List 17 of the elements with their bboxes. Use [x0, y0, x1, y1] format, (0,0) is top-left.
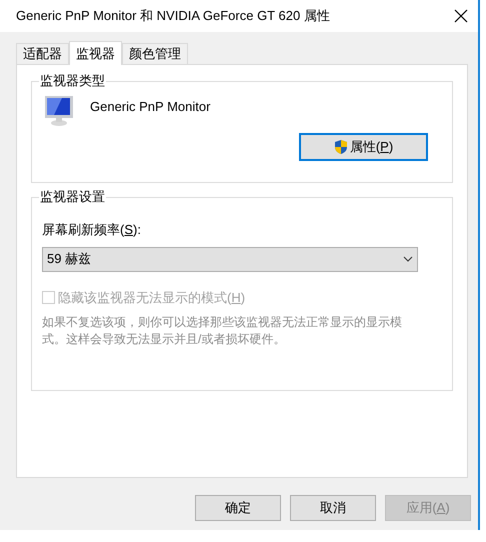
tab[interactable]: 颜色管理 — [122, 43, 188, 64]
close-icon[interactable] — [454, 9, 468, 23]
tab[interactable]: 适配器 — [16, 43, 69, 64]
group-title: 监视器设置 — [39, 188, 106, 206]
dialog-button[interactable]: 确定 — [195, 495, 281, 521]
group-title: 监视器类型 — [39, 72, 106, 90]
refresh-rate-dropdown[interactable]: 59 赫兹 — [42, 246, 418, 272]
chevron-down-icon — [403, 256, 413, 262]
monitor-name: Generic PnP Monitor — [90, 98, 210, 116]
shield-icon — [334, 139, 348, 155]
window-title: Generic PnP Monitor 和 NVIDIA GeForce GT 620 属性 — [16, 7, 331, 26]
properties-button[interactable]: 属性(P) — [299, 133, 428, 161]
tab[interactable]: 监视器 — [69, 41, 122, 65]
refresh-rate-label: 屏幕刷新频率(S): — [42, 221, 142, 239]
monitor-icon — [44, 95, 74, 127]
description-text: 如果不复选该项，则你可以选择那些该监视器无法正常显示的显示模式。这样会导致无法显示并且/或者损坏硬件。 — [42, 314, 403, 348]
dialog-button[interactable]: 取消 — [290, 495, 376, 521]
